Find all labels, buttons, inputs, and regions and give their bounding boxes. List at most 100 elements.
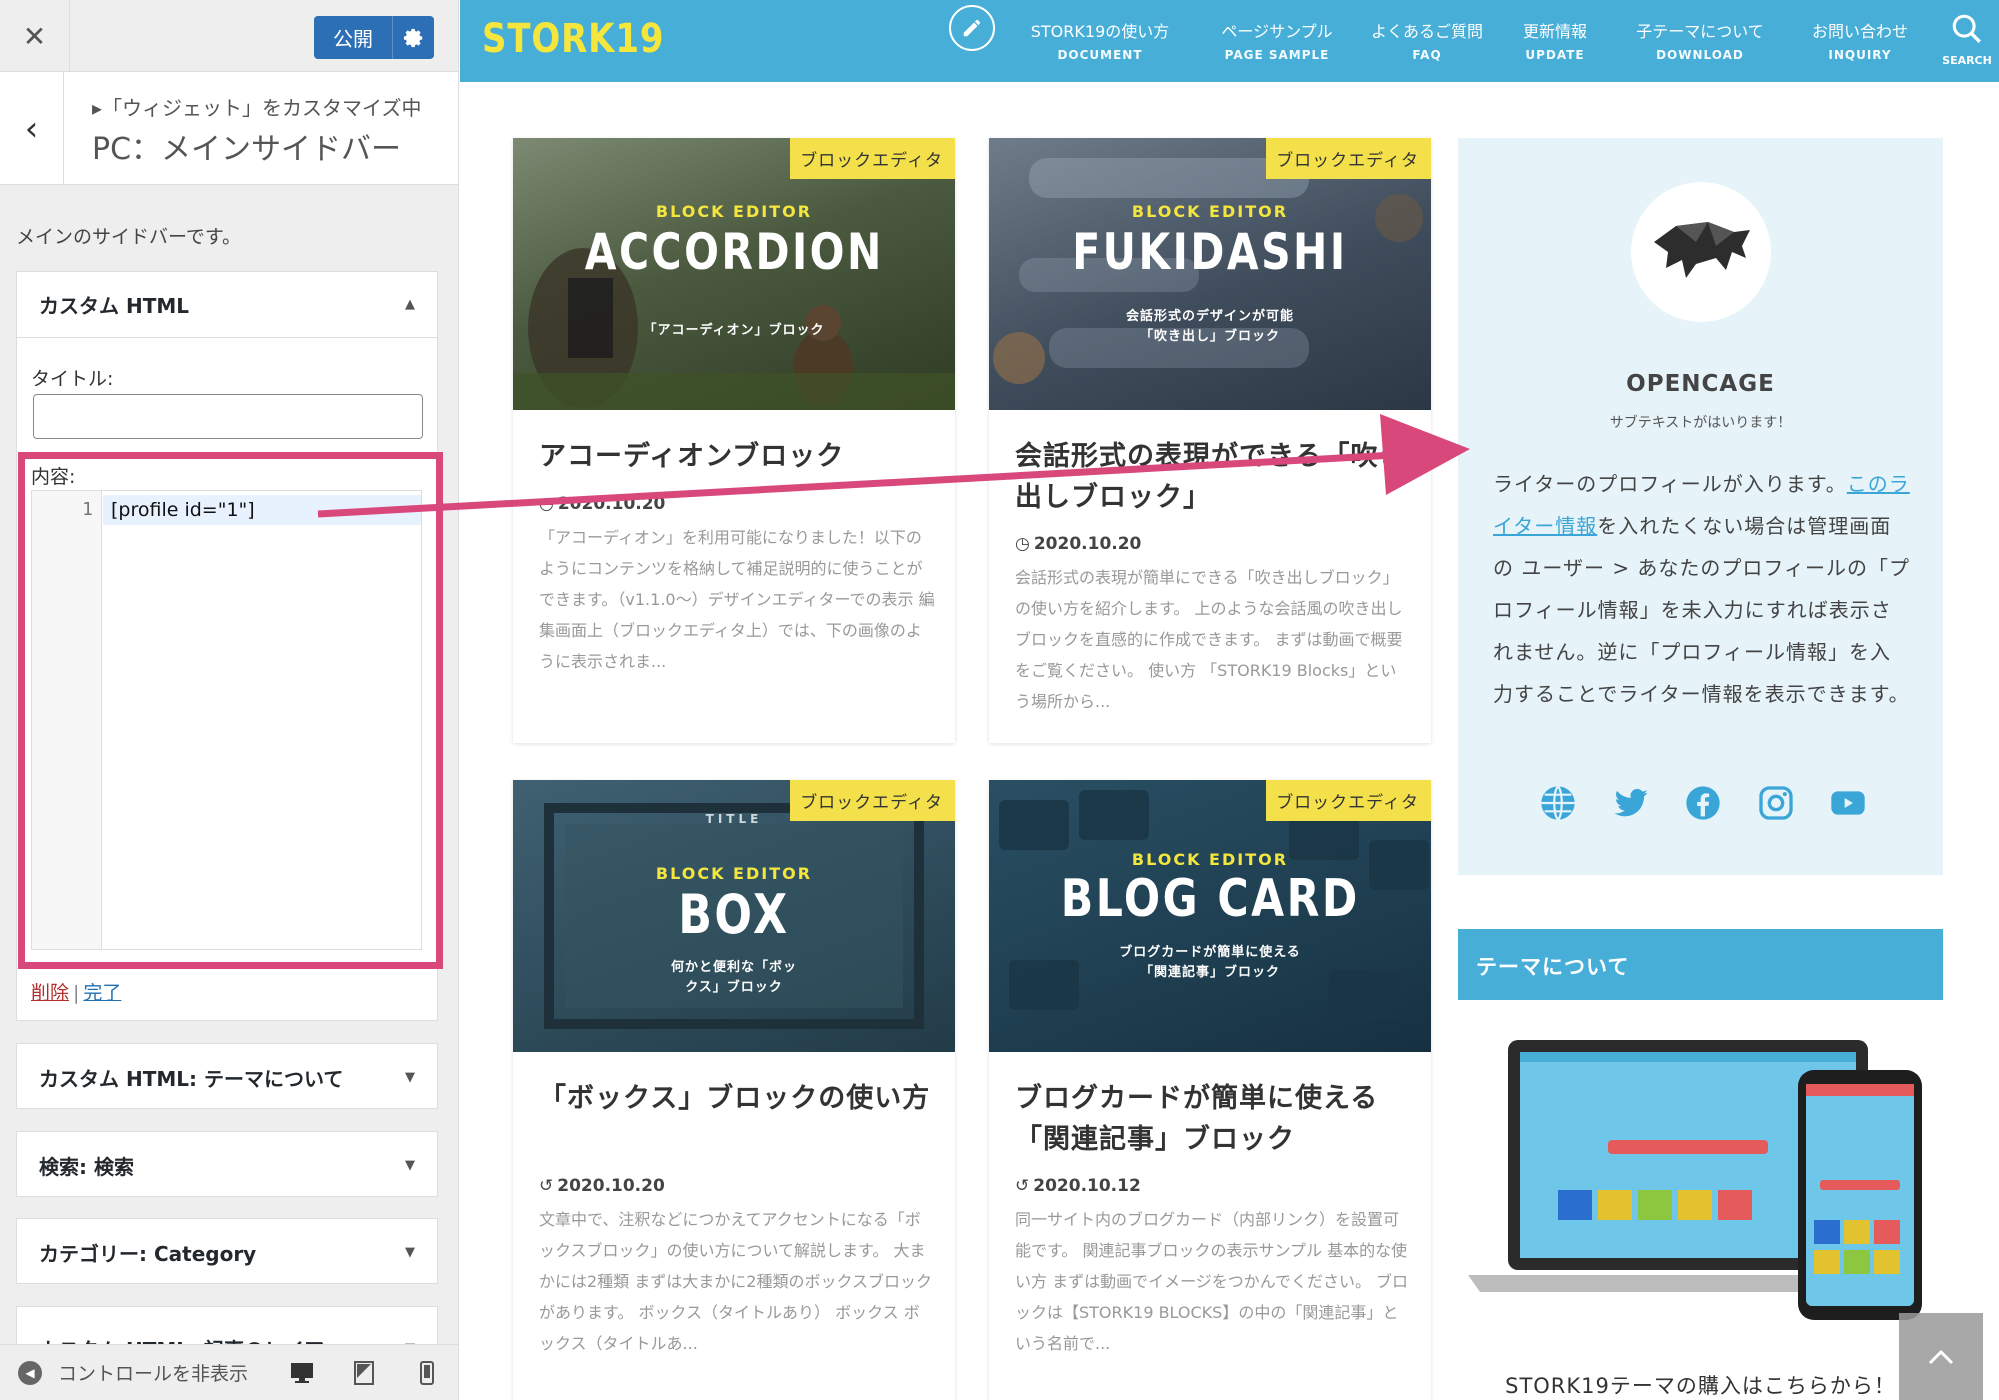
thumb-subtitle: ブログカードが簡単に使える「関連記事」ブロック <box>1119 945 1301 980</box>
post-thumbnail[interactable]: BLOCK EDITOR ACCORDION 「アコーディオン」ブロック ブロッ… <box>513 138 955 410</box>
thumb-title: BOX <box>678 883 790 946</box>
youtube-icon[interactable] <box>1828 783 1868 823</box>
collapse-icon: ◀ <box>18 1360 42 1385</box>
nav-sublabel: UPDATE <box>1525 48 1585 62</box>
site-preview: STORK19 STORK19の使い方 DOCUMENT ページサンプル PAGE … <box>460 0 1999 1400</box>
thumb-label: BLOCK EDITOR <box>655 864 813 883</box>
hide-controls-button[interactable]: ◀ コントロールを非表示 <box>18 1359 270 1386</box>
nav-item-download[interactable]: 子テーマについて DOWNLOAD <box>1620 18 1780 62</box>
nav-label: よくあるご質問 <box>1370 22 1483 41</box>
title-field-label: タイトル: <box>31 368 114 390</box>
thumb-subtitle: 何かと便利な「ボックス」ブロック <box>670 960 797 995</box>
post-card[interactable]: TITLE BLOCK EDITOR BOX 何かと便利な「ボックス」ブロック … <box>513 780 955 1400</box>
widget-search[interactable]: 検索: 検索 ▼ <box>16 1131 438 1197</box>
search-icon <box>1952 14 1981 43</box>
widget-title: 検索: 検索 <box>39 1154 134 1179</box>
nav-item-faq[interactable]: よくあるご質問 FAQ <box>1357 18 1497 62</box>
close-icon[interactable]: ✕ <box>0 0 70 72</box>
post-thumbnail[interactable]: TITLE BLOCK EDITOR BOX 何かと便利な「ボックス」ブロック … <box>513 780 955 1052</box>
instagram-icon[interactable] <box>1756 783 1796 823</box>
search-button[interactable]: SEARCH <box>1940 12 1994 67</box>
post-excerpt: 文章中で、注釈などにつかえてアクセントになる「ボックスブロック」の使い方について… <box>539 1210 932 1353</box>
tablet-preview-icon[interactable] <box>333 1360 396 1386</box>
nav-item-inquiry[interactable]: お問い合わせ INQUIRY <box>1795 18 1925 62</box>
post-date: ↺ 2020.10.12 <box>1015 1176 1141 1196</box>
thumb-label: BLOCK EDITOR <box>1131 850 1289 869</box>
post-card[interactable]: BLOCK EDITOR BLOG CARD ブログカードが簡単に使える「関連記… <box>989 780 1431 1400</box>
post-title[interactable]: 「ボックス」ブロックの使い方 <box>539 1078 939 1119</box>
thumb-label: BLOCK EDITOR <box>1131 202 1289 221</box>
widget-title: カスタム HTML <box>39 294 189 318</box>
nav-sublabel: FAQ <box>1412 48 1442 62</box>
globe-icon[interactable] <box>1538 783 1578 823</box>
delete-link[interactable]: 削除 <box>31 982 69 1004</box>
search-label: SEARCH <box>1942 54 1992 67</box>
post-date: ↺ 2020.10.20 <box>539 1176 665 1196</box>
post-excerpt: 「アコーディオン」を利用可能になりました！以下のようにコンテンツを格納して補足説… <box>539 528 935 671</box>
nav-sublabel: PAGE SAMPLE <box>1224 48 1330 62</box>
nav-sublabel: DOCUMENT <box>1057 48 1143 62</box>
post-date-text: 2020.10.20 <box>1033 534 1142 554</box>
title-input[interactable] <box>33 394 423 439</box>
category-tag[interactable]: ブロックエディタ <box>790 780 955 821</box>
profile-text: を入れたくない場合は管理画面の ユーザー > あなたのプロフィールの「プロフィー… <box>1493 514 1911 706</box>
thumb-subtitle: 会話形式のデザインが可能「吹き出し」ブロック <box>1125 309 1294 344</box>
clock-icon: ◷ <box>1015 534 1030 554</box>
buy-link[interactable]: STORK19テーマの購入はこちらから！ <box>1458 1370 1943 1400</box>
profile-body: ライターのプロフィールが入ります。このライター情報を入れたくない場合は管理画面の… <box>1493 463 1911 715</box>
category-tag[interactable]: ブロックエディタ <box>1266 780 1431 821</box>
site-logo[interactable]: STORK19 <box>482 16 664 62</box>
done-link[interactable]: 完了 <box>83 982 121 1004</box>
category-tag[interactable]: ブロックエディタ <box>1266 138 1431 179</box>
expand-arrow-icon[interactable]: ▼ <box>405 1245 415 1260</box>
post-date: ◷ 2020.10.20 <box>1015 534 1141 554</box>
nav-label: 子テーマについて <box>1636 22 1764 41</box>
facebook-icon[interactable] <box>1683 783 1723 823</box>
theme-widget-heading: テーマについて <box>1458 929 1943 1000</box>
customizer-footer: ◀ コントロールを非表示 <box>0 1344 458 1400</box>
expand-arrow-icon[interactable]: ▼ <box>405 1158 415 1173</box>
post-thumbnail[interactable]: BLOCK EDITOR BLOG CARD ブログカードが簡単に使える「関連記… <box>989 780 1431 1052</box>
post-date-text: 2020.10.20 <box>557 1176 665 1196</box>
nav-sublabel: INQUIRY <box>1828 48 1892 62</box>
section-header: ‹ ▸「ウィジェット」をカスタマイズ中 PC：メインサイドバー <box>0 72 458 185</box>
nav-item-page-sample[interactable]: ページサンプル PAGE SAMPLE <box>1202 18 1352 62</box>
widget-category[interactable]: カテゴリー: Category ▼ <box>16 1218 438 1284</box>
customizer-topbar: ✕ 公開 <box>0 0 458 72</box>
desktop-preview-icon[interactable] <box>270 1361 333 1385</box>
expand-arrow-icon[interactable]: ▼ <box>405 1070 415 1085</box>
theme-promo-image[interactable] <box>1458 1030 1943 1350</box>
mobile-preview-icon[interactable] <box>395 1360 458 1386</box>
gear-icon[interactable] <box>392 16 434 59</box>
twitter-icon[interactable] <box>1611 783 1651 823</box>
chevron-up-icon <box>1928 1349 1954 1364</box>
post-date: ◷ 2020.10.20 <box>539 494 665 514</box>
post-title[interactable]: ブログカードが簡単に使える「関連記事」ブロック <box>1015 1078 1415 1160</box>
section-description: メインのサイドバーです。 <box>16 226 241 248</box>
widget-title: カテゴリー: Category <box>39 1241 257 1266</box>
nav-item-update[interactable]: 更新情報 UPDATE <box>1505 18 1605 62</box>
widget-header[interactable]: カスタム HTML ▲ <box>17 272 437 338</box>
customizer-panel: ✕ 公開 ‹ ▸「ウィジェット」をカスタマイズ中 PC：メインサイドバー メイン… <box>0 0 459 1400</box>
back-to-top-button[interactable] <box>1899 1313 1983 1400</box>
post-title[interactable]: 会話形式の表現ができる「吹き出しブロック」 <box>1015 436 1415 518</box>
thumb-label: BLOCK EDITOR <box>655 202 813 221</box>
nav-label: 更新情報 <box>1522 22 1587 41</box>
pencil-edit-icon[interactable] <box>949 5 995 51</box>
post-excerpt: 同一サイト内のブログカード（内部リンク）を設置可能です。 関連記事ブロックの表示… <box>1015 1210 1409 1353</box>
post-excerpt: 会話形式の表現が簡単にできる「吹き出しブロック」の使い方を紹介します。 上のよう… <box>1015 568 1403 711</box>
post-title[interactable]: アコーディオンブロック <box>539 436 939 477</box>
back-icon[interactable]: ‹ <box>0 72 64 185</box>
category-tag[interactable]: ブロックエディタ <box>790 138 955 179</box>
post-thumbnail[interactable]: BLOCK EDITOR FUKIDASHI 会話形式のデザインが可能「吹き出し… <box>989 138 1431 410</box>
post-card[interactable]: BLOCK EDITOR FUKIDASHI 会話形式のデザインが可能「吹き出し… <box>989 138 1431 743</box>
section-title: PC：メインサイドバー <box>92 132 402 167</box>
profile-name: OPENCAGE <box>1626 371 1775 397</box>
collapse-arrow-icon[interactable]: ▲ <box>405 297 415 312</box>
publish-button[interactable]: 公開 <box>314 16 434 59</box>
nav-item-document[interactable]: STORK19の使い方 DOCUMENT <box>1015 18 1185 62</box>
post-card[interactable]: BLOCK EDITOR ACCORDION 「アコーディオン」ブロック ブロッ… <box>513 138 955 743</box>
post-date-text: 2020.10.12 <box>1033 1176 1141 1196</box>
widget-actions: 削除 | 完了 <box>31 978 121 1005</box>
widget-custom-html-theme[interactable]: カスタム HTML: テーマについて ▼ <box>16 1043 438 1109</box>
